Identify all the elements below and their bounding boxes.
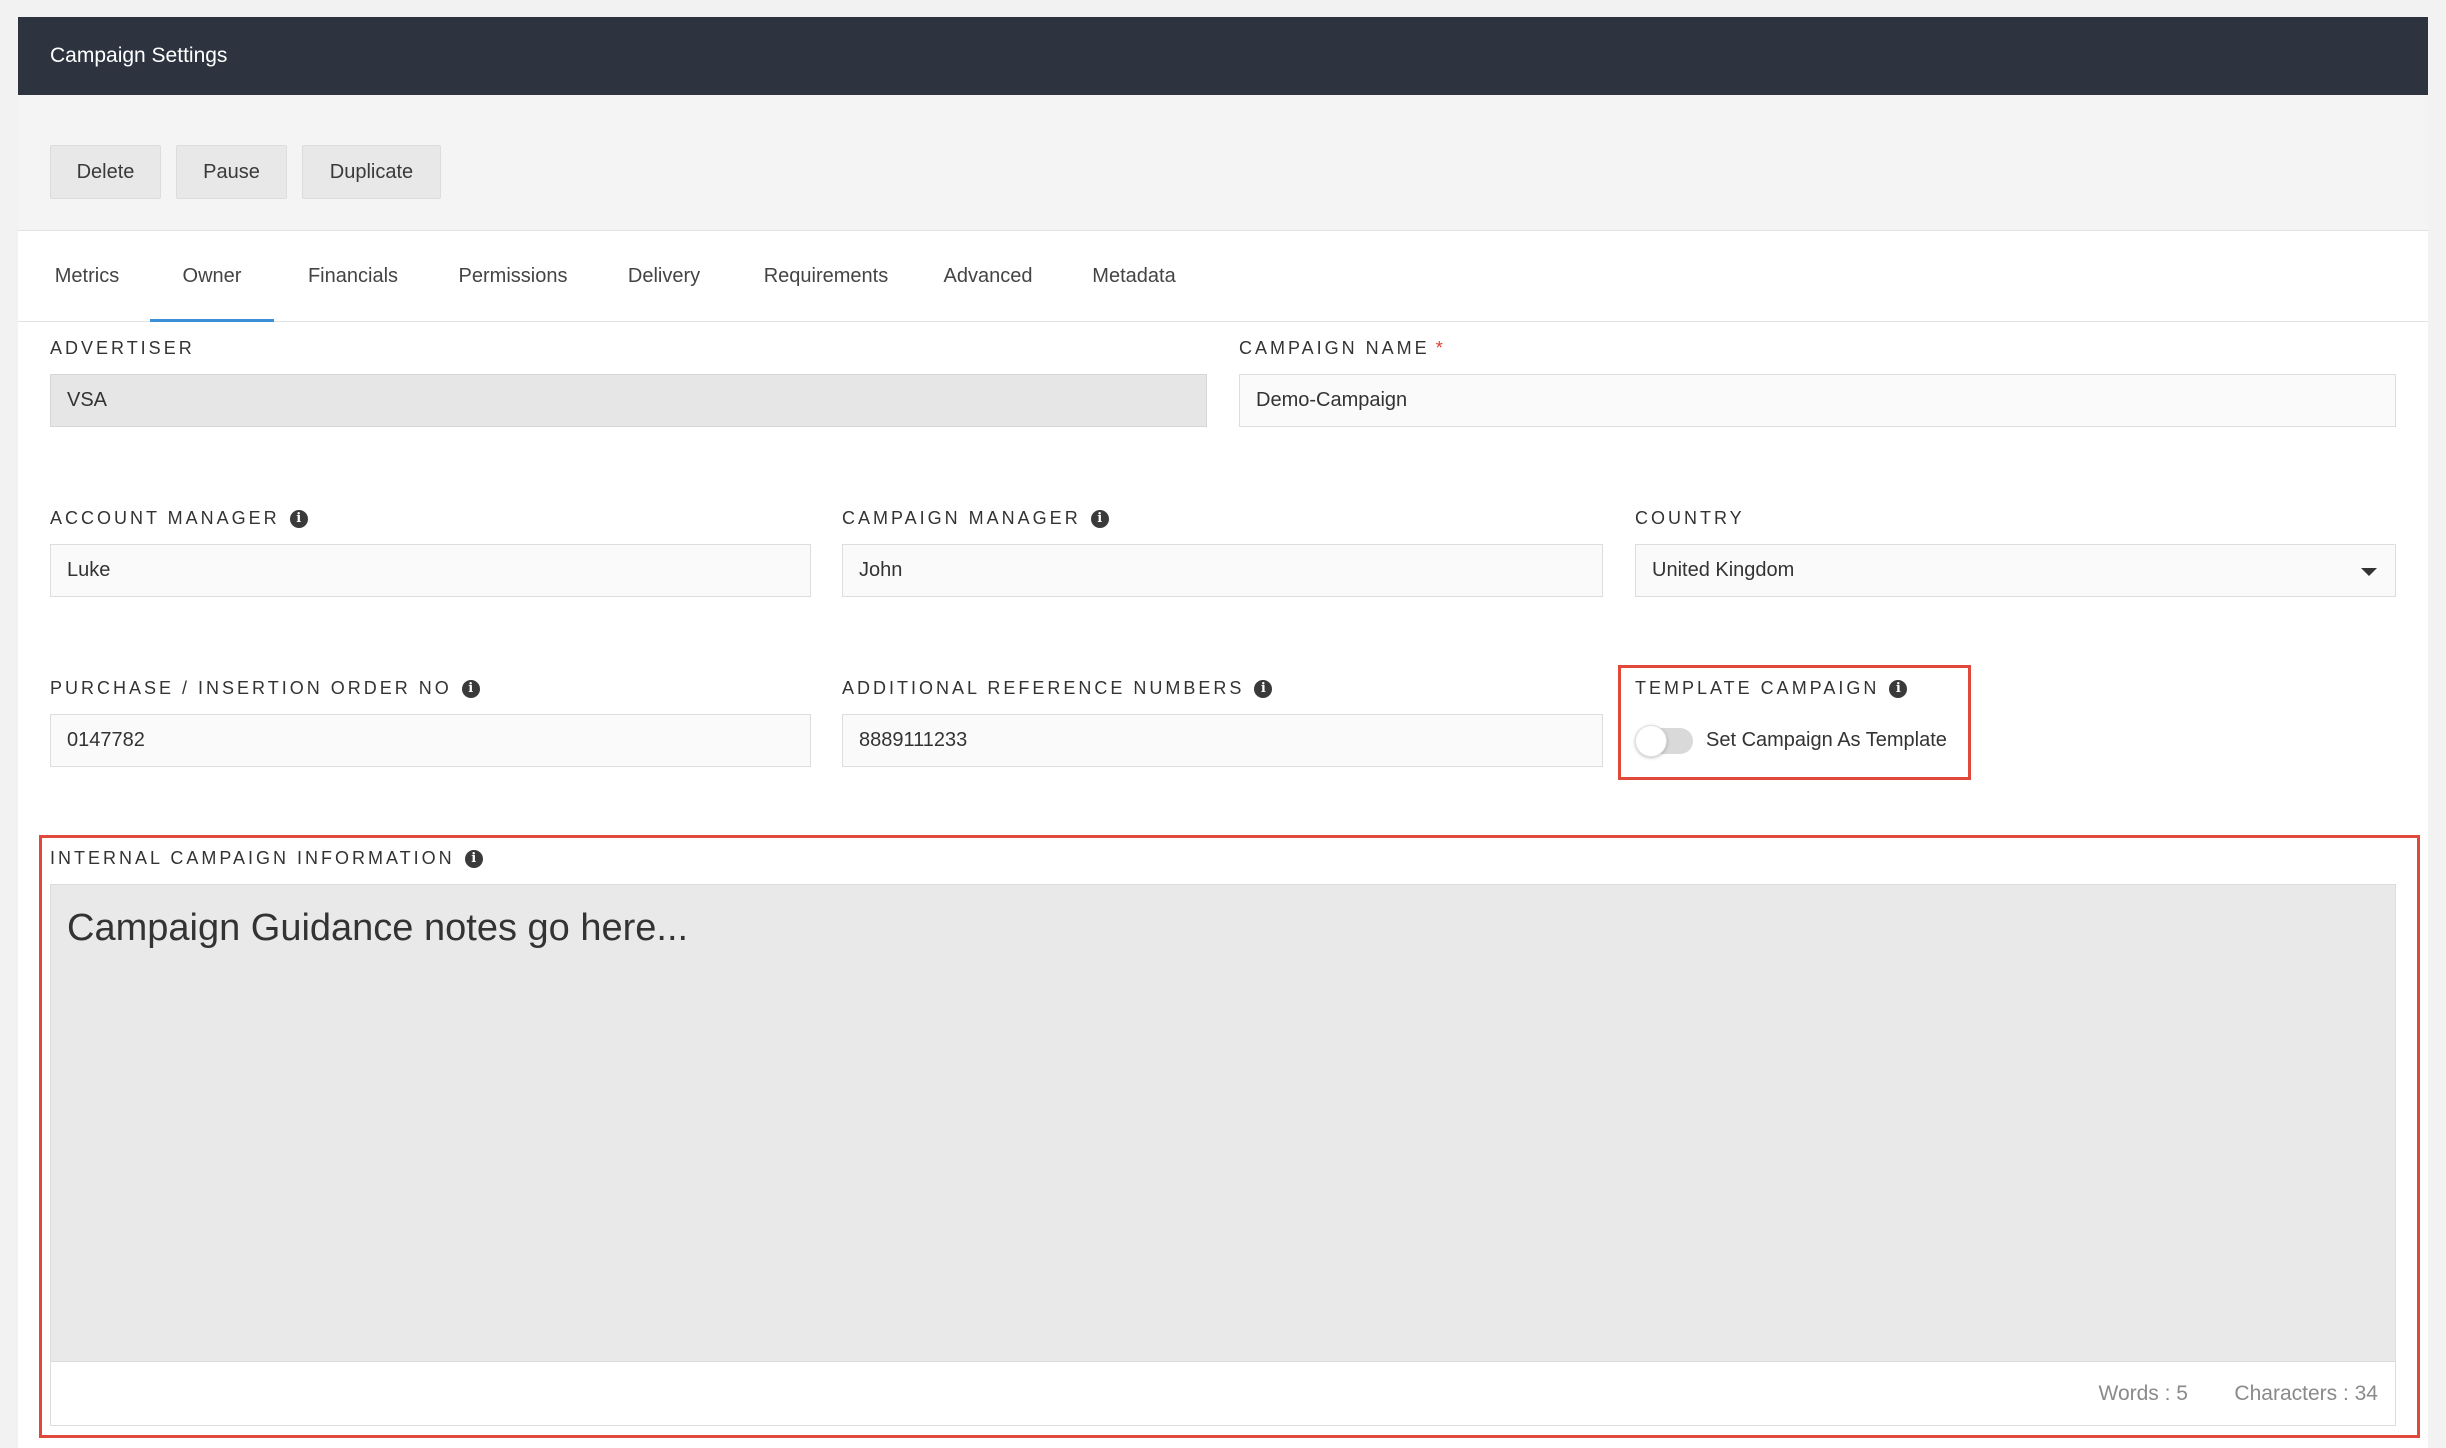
info-icon[interactable]: i [289, 509, 308, 528]
internal-info-editor[interactable]: Campaign Guidance notes go here... [50, 884, 2396, 1362]
campaign-manager-field[interactable]: John [842, 544, 1603, 597]
info-icon[interactable]: i [1254, 679, 1273, 698]
template-campaign-label: TEMPLATE CAMPAIGN i [1635, 678, 1908, 699]
template-toggle[interactable] [1635, 725, 1693, 757]
country-selected-value: United Kingdom [1652, 559, 1795, 581]
delete-button[interactable]: Delete [50, 145, 161, 199]
purchase-order-field[interactable]: 0147782 [50, 714, 811, 767]
campaign-manager-label-text: CAMPAIGN MANAGER [842, 508, 1081, 528]
tab-financials[interactable]: Financials [288, 231, 418, 322]
info-icon[interactable]: i [1090, 509, 1109, 528]
advertiser-field[interactable]: VSA [50, 374, 1207, 427]
tab-metrics[interactable]: Metrics [32, 231, 142, 322]
tab-owner[interactable]: Owner [150, 231, 274, 322]
campaign-name-label: CAMPAIGN NAME * [1239, 338, 1443, 359]
chevron-down-icon[interactable] [2361, 568, 2377, 576]
editor-content: Campaign Guidance notes go here... [67, 907, 689, 949]
character-count: Characters : 34 [2234, 1382, 2378, 1405]
purchase-order-label: PURCHASE / INSERTION ORDER NO i [50, 678, 480, 699]
info-icon[interactable]: i [1889, 679, 1908, 698]
required-indicator: * [1435, 338, 1443, 358]
duplicate-button[interactable]: Duplicate [302, 145, 441, 199]
window-title: Campaign Settings [18, 17, 2428, 95]
template-campaign-label-text: TEMPLATE CAMPAIGN [1635, 678, 1880, 698]
tab-permissions[interactable]: Permissions [438, 231, 588, 322]
tab-advanced[interactable]: Advanced [926, 231, 1050, 322]
template-toggle-label: Set Campaign As Template [1706, 729, 1947, 751]
tab-bar: Metrics Owner Financials Permissions Del… [18, 231, 2428, 322]
campaign-name-field[interactable]: Demo-Campaign [1239, 374, 2396, 427]
campaign-manager-label: CAMPAIGN MANAGER i [842, 508, 1109, 529]
country-label-text: COUNTRY [1635, 508, 1745, 528]
internal-info-label-text: INTERNAL CAMPAIGN INFORMATION [50, 848, 455, 868]
country-label: COUNTRY [1635, 508, 1745, 529]
info-icon[interactable]: i [461, 679, 480, 698]
internal-info-label: INTERNAL CAMPAIGN INFORMATION i [50, 848, 483, 869]
account-manager-field[interactable]: Luke [50, 544, 811, 597]
additional-refs-label: ADDITIONAL REFERENCE NUMBERS i [842, 678, 1273, 699]
additional-refs-field[interactable]: 8889111233 [842, 714, 1603, 767]
account-manager-label-text: ACCOUNT MANAGER [50, 508, 280, 528]
campaign-name-label-text: CAMPAIGN NAME [1239, 338, 1430, 358]
additional-refs-label-text: ADDITIONAL REFERENCE NUMBERS [842, 678, 1245, 698]
purchase-order-label-text: PURCHASE / INSERTION ORDER NO [50, 678, 452, 698]
editor-footer: Words : 5 Characters : 34 [50, 1362, 2396, 1426]
account-manager-label: ACCOUNT MANAGER i [50, 508, 308, 529]
tab-requirements[interactable]: Requirements [742, 231, 910, 322]
campaign-settings-window: Campaign Settings Delete Pause Duplicate… [18, 17, 2428, 1448]
tab-delivery[interactable]: Delivery [604, 231, 724, 322]
toggle-knob [1635, 725, 1667, 757]
word-count: Words : 5 [2098, 1382, 2188, 1405]
advertiser-label: ADVERTISER [50, 338, 195, 359]
country-select[interactable]: United Kingdom [1635, 544, 2396, 597]
tab-metadata[interactable]: Metadata [1072, 231, 1196, 322]
advertiser-label-text: ADVERTISER [50, 338, 195, 358]
pause-button[interactable]: Pause [176, 145, 287, 199]
toolbar: Delete Pause Duplicate [18, 95, 2428, 231]
info-icon[interactable]: i [464, 849, 483, 868]
